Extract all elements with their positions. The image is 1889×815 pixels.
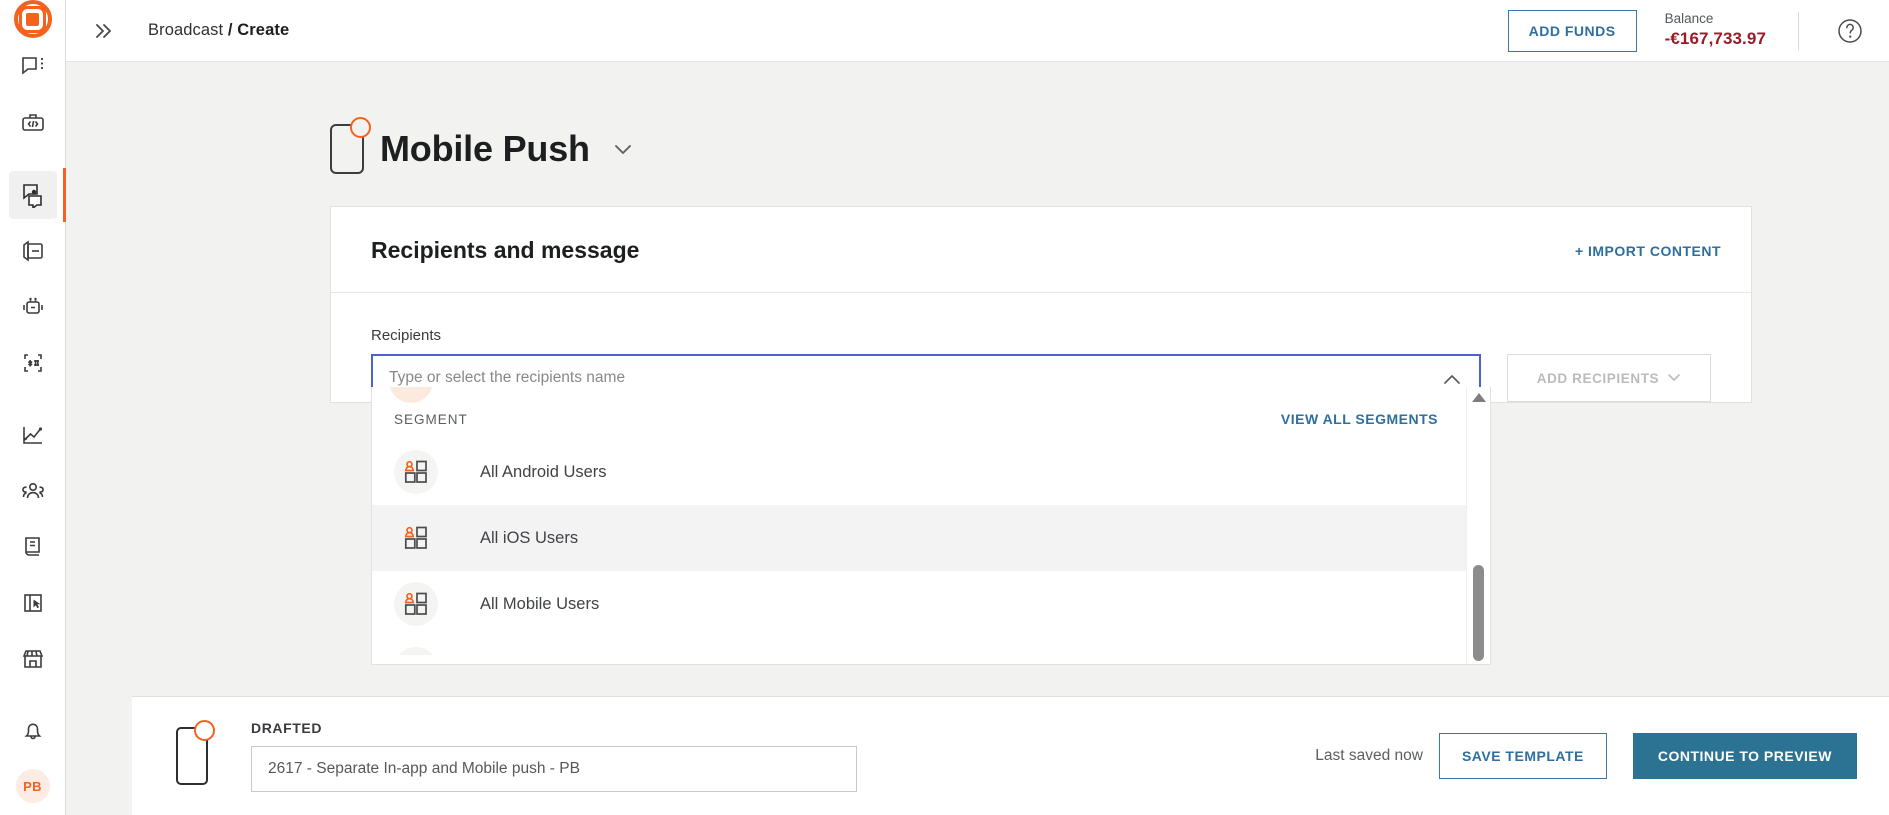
segment-icon <box>394 516 438 560</box>
sidebar-item-marketplace[interactable] <box>9 635 57 683</box>
app-root: PB Broadcast / Create ADD FUNDS Balance … <box>0 0 1889 815</box>
last-saved-text: Last saved now <box>1315 747 1423 764</box>
broadcast-icon <box>20 182 46 208</box>
list-item[interactable]: All Mobile Users <box>372 571 1468 637</box>
mobile-push-icon <box>176 720 215 785</box>
bell-icon <box>20 718 46 744</box>
recipients-label: Recipients <box>371 327 442 344</box>
card-title: Recipients and message <box>371 237 640 263</box>
page-title: Mobile Push <box>380 128 590 169</box>
bot-icon <box>20 294 46 320</box>
mobile-push-icon <box>330 117 371 174</box>
messages-icon <box>20 54 46 80</box>
transactional-icon <box>20 238 46 264</box>
sidebar-item-journeys[interactable] <box>9 579 57 627</box>
sidebar-item-snippets[interactable] <box>9 339 57 387</box>
sidebar-item-messages[interactable] <box>9 43 57 91</box>
sidebar-item-broadcast[interactable] <box>8 168 66 222</box>
list-item[interactable]: All iOS Users <box>372 505 1468 571</box>
add-recipients-label: ADD RECIPIENTS <box>1536 370 1660 386</box>
logo-mark-icon <box>13 0 52 38</box>
topbar-divider <box>1798 11 1799 50</box>
sidebar-item-notifications[interactable] <box>9 707 57 755</box>
segment-icon <box>394 450 438 494</box>
import-content-link[interactable]: + IMPORT CONTENT <box>1575 243 1721 259</box>
sidebar-item-audience[interactable] <box>9 467 57 515</box>
dropdown-scroll-area: SEGMENT VIEW ALL SEGMENTS All Android Us… <box>372 387 1490 664</box>
marketplace-icon <box>20 646 46 672</box>
rail-group-1 <box>0 39 66 151</box>
list-item-label: All iOS Users <box>480 528 579 547</box>
dropdown-scrollbar[interactable] <box>1466 387 1490 664</box>
rail-group-2 <box>0 167 66 391</box>
left-nav-rail: PB <box>0 0 66 815</box>
main-column: Broadcast / Create ADD FUNDS Balance -€1… <box>66 0 1889 815</box>
top-bar: Broadcast / Create ADD FUNDS Balance -€1… <box>66 0 1889 62</box>
rail-group-3 <box>0 407 66 687</box>
recipients-dropdown: SEGMENT VIEW ALL SEGMENTS All Android Us… <box>371 387 1491 665</box>
breadcrumb-parent[interactable]: Broadcast <box>148 21 223 39</box>
recipients-placeholder: Type or select the recipients name <box>389 369 626 386</box>
double-chevron-right-icon[interactable] <box>86 14 120 48</box>
card-header: Recipients and message + IMPORT CONTENT <box>331 207 1751 293</box>
scrollbar-thumb[interactable] <box>1473 565 1484 661</box>
add-funds-button[interactable]: ADD FUNDS <box>1507 9 1637 52</box>
avatar[interactable]: PB <box>15 769 50 803</box>
sidebar-item-transactional[interactable] <box>9 227 57 275</box>
continue-to-preview-button[interactable]: CONTINUE TO PREVIEW <box>1632 733 1857 779</box>
scroll-up-arrow-icon[interactable] <box>1471 393 1486 402</box>
rail-bottom-group: PB <box>9 703 57 815</box>
sidebar-item-analytics[interactable] <box>9 411 57 459</box>
breadcrumb: Broadcast / Create <box>148 21 289 40</box>
journeys-icon <box>20 590 46 616</box>
dropdown-item-clipped-below[interactable] <box>372 637 1468 655</box>
list-item[interactable]: All Android Users <box>372 439 1468 505</box>
breadcrumb-current: Create <box>237 21 290 39</box>
app-logo[interactable] <box>0 0 66 39</box>
add-recipients-button[interactable]: ADD RECIPIENTS <box>1506 354 1711 402</box>
balance-block: Balance -€167,733.97 <box>1665 10 1766 51</box>
library-icon <box>20 534 46 560</box>
sidebar-item-developer-toolkit[interactable] <box>9 99 57 147</box>
snippets-icon <box>20 350 46 376</box>
chevron-down-icon[interactable] <box>610 136 636 162</box>
list-item-label: All Mobile Users <box>480 594 600 613</box>
chevron-down-icon <box>1667 370 1681 387</box>
question-circle-icon[interactable] <box>1833 14 1867 48</box>
breadcrumb-separator: / <box>227 21 233 39</box>
draft-name-block: DRAFTED 2617 - Separate In-app and Mobil… <box>251 720 857 792</box>
status-badge: DRAFTED <box>251 720 323 736</box>
sidebar-item-bot[interactable] <box>9 283 57 331</box>
developer-toolkit-icon <box>20 110 46 136</box>
analytics-icon <box>20 422 46 448</box>
page-header: Mobile Push <box>66 62 1889 174</box>
broadcast-name-input[interactable]: 2617 - Separate In-app and Mobile push -… <box>251 746 857 792</box>
balance-label: Balance <box>1664 10 1714 26</box>
save-template-button[interactable]: SAVE TEMPLATE <box>1438 733 1607 779</box>
audience-icon <box>20 478 46 504</box>
segment-icon <box>394 582 438 626</box>
list-item-label: All Android Users <box>480 462 607 481</box>
view-all-segments-link[interactable]: VIEW ALL SEGMENTS <box>1281 411 1438 427</box>
segment-badge-icon <box>394 647 438 655</box>
bottom-action-bar: DRAFTED 2617 - Separate In-app and Mobil… <box>132 696 1889 815</box>
balance-value: -€167,733.97 <box>1664 29 1766 49</box>
segment-badge-icon <box>389 387 433 403</box>
sidebar-item-library[interactable] <box>9 523 57 571</box>
recipients-and-message-card: Recipients and message + IMPORT CONTENT … <box>330 206 1752 665</box>
card-body: Recipients Type or select the recipients… <box>331 293 1751 665</box>
dropdown-item-clipped-above[interactable] <box>372 387 1468 407</box>
dropdown-section-label: SEGMENT <box>394 411 468 427</box>
